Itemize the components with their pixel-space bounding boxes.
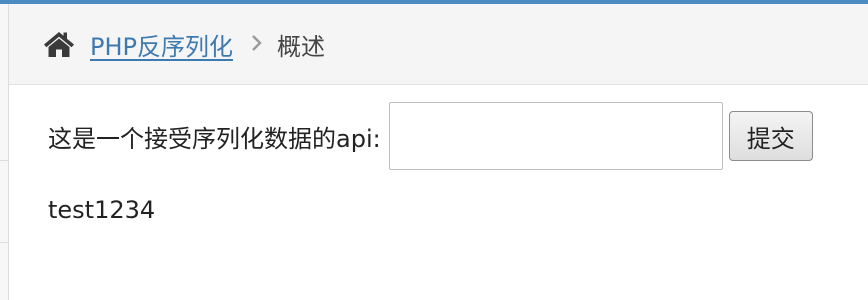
breadcrumb-link[interactable]: PHP反序列化 bbox=[90, 27, 233, 62]
sidebar-divider bbox=[0, 242, 8, 243]
main-content: 这是一个接受序列化数据的api: 提交 test1234 bbox=[48, 102, 858, 224]
breadcrumb-current: 概述 bbox=[277, 32, 325, 61]
result-output: test1234 bbox=[48, 196, 156, 224]
serialized-data-input[interactable] bbox=[388, 102, 723, 170]
api-form: 这是一个接受序列化数据的api: 提交 bbox=[48, 102, 858, 170]
breadcrumb: PHP反序列化 概述 bbox=[9, 4, 868, 85]
home-icon[interactable] bbox=[42, 29, 76, 59]
sidebar-divider bbox=[0, 160, 8, 161]
chevron-right-icon bbox=[251, 33, 263, 58]
submit-button[interactable]: 提交 bbox=[728, 111, 813, 161]
sidebar-edge bbox=[0, 4, 9, 300]
form-label: 这是一个接受序列化数据的api: bbox=[48, 124, 381, 153]
